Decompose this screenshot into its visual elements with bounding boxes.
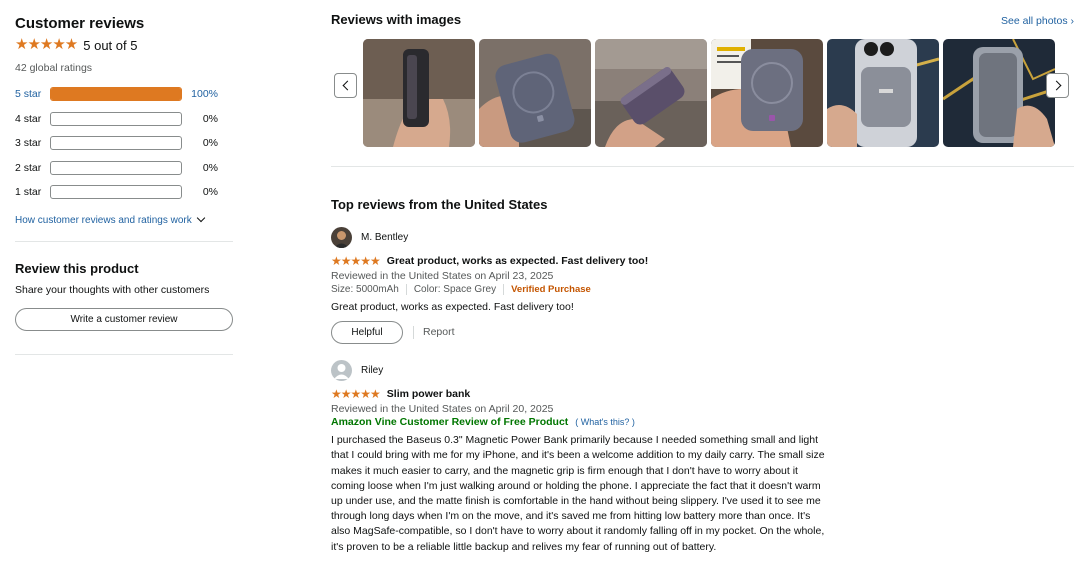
chevron-left-icon: [342, 80, 352, 91]
power-bank-photo-icon: [595, 39, 707, 147]
verified-purchase-badge: Verified Purchase: [511, 284, 591, 295]
review-image-list: [363, 39, 1055, 147]
top-reviews-heading: Top reviews from the United States: [331, 197, 548, 212]
star-rating-icon[interactable]: ★★★★★: [331, 387, 381, 401]
avatar: [331, 360, 352, 382]
histogram-label: 3 star: [15, 137, 42, 150]
carousel-prev-button[interactable]: [334, 73, 357, 98]
carousel-next-button[interactable]: [1046, 73, 1069, 98]
variant-size[interactable]: Size: 5000mAh: [331, 284, 399, 295]
customer-reviews-heading: Customer reviews: [15, 15, 145, 32]
review-date: Reviewed in the United States on April 2…: [331, 403, 554, 416]
review-product-subtitle: Share your thoughts with other customers: [15, 283, 210, 296]
power-bank-photo-icon: [363, 39, 475, 147]
review-image-thumbnail[interactable]: [711, 39, 823, 147]
user-avatar-icon: [331, 227, 352, 248]
avatar: [331, 227, 352, 248]
reviews-main: Reviews with images See all photos › Top…: [331, 12, 1074, 555]
histogram-label: 1 star: [15, 186, 42, 199]
divider: [15, 240, 233, 242]
divider: [331, 166, 1074, 167]
histogram-row-2-star: 2 star 0%: [15, 156, 233, 181]
review-date: Reviewed in the United States on April 2…: [331, 270, 554, 282]
separator: [503, 284, 505, 295]
histogram-row-4-star: 4 star 0%: [15, 107, 233, 132]
see-all-photos-link[interactable]: See all photos ›: [1001, 15, 1074, 27]
vine-badge-row: Amazon Vine Customer Review of Free Prod…: [331, 416, 1074, 428]
review-title[interactable]: Great product, works as expected. Fast d…: [387, 255, 648, 267]
review-item: Riley ★★★★★ Slim power bank Reviewed in …: [331, 360, 1074, 555]
histogram-percent[interactable]: 100%: [182, 88, 218, 100]
whats-this-link[interactable]: ( What's this? ): [575, 417, 635, 427]
histogram-bar: [50, 185, 182, 200]
histogram-row-1-star: 1 star 0%: [15, 180, 233, 205]
power-bank-photo-icon: [711, 39, 823, 147]
review-body: Great product, works as expected. Fast d…: [331, 301, 574, 313]
review-image-thumbnail[interactable]: [363, 39, 475, 147]
write-review-button[interactable]: Write a customer review: [15, 307, 233, 331]
histogram-bar-fill: [51, 88, 181, 101]
rating-text: 5 out of 5: [83, 37, 138, 53]
review-images-carousel: [331, 39, 1074, 147]
report-link[interactable]: Report: [413, 326, 455, 340]
histogram-percent: 0%: [202, 137, 218, 150]
helpful-button[interactable]: Helpful: [331, 321, 403, 345]
power-bank-photo-icon: [479, 39, 591, 147]
reviewer-name: M. Bentley: [361, 232, 409, 243]
global-ratings-count: 42 global ratings: [15, 62, 93, 74]
reviews-with-images-header: Reviews with images See all photos ›: [331, 12, 1074, 27]
review-actions: Helpful Report: [331, 321, 1074, 345]
histogram-label[interactable]: 5 star: [15, 88, 50, 100]
histogram-bar: [50, 160, 182, 175]
how-reviews-work-link[interactable]: How customer reviews and ratings work: [15, 213, 233, 226]
review-item: M. Bentley ★★★★★ Great product, works as…: [331, 227, 1074, 345]
histogram-label: 4 star: [15, 112, 42, 125]
star-rating-icon: ★★★★★: [15, 36, 78, 53]
review-product-heading: Review this product: [15, 260, 139, 276]
histogram-percent: 0%: [202, 161, 218, 174]
histogram-bar: [50, 111, 182, 126]
chevron-right-icon: [1051, 80, 1061, 91]
chevron-down-icon: [196, 213, 205, 223]
histogram-percent: 0%: [202, 112, 218, 125]
see-all-photos-label: See all photos: [1001, 15, 1068, 27]
default-avatar-icon: [331, 360, 352, 382]
review-title[interactable]: Slim power bank: [387, 388, 470, 400]
histogram-bar: [50, 136, 182, 151]
review-image-thumbnail[interactable]: [479, 39, 591, 147]
review-image-thumbnail[interactable]: [827, 39, 939, 147]
histogram-label: 2 star: [15, 161, 42, 174]
reviewer-name: Riley: [361, 365, 384, 377]
histogram-row-5-star[interactable]: 5 star 100%: [15, 82, 233, 107]
reviewer-profile[interactable]: Riley: [331, 360, 1074, 382]
average-rating[interactable]: ★★★★★ 5 out of 5: [15, 37, 233, 53]
histogram-row-3-star: 3 star 0%: [15, 131, 233, 156]
star-rating-icon[interactable]: ★★★★★: [331, 254, 381, 268]
rating-histogram: 5 star 100% 4 star 0% 3 star 0% 2 star 0…: [15, 82, 233, 205]
divider: [15, 353, 233, 355]
power-bank-photo-icon: [943, 39, 1055, 147]
variant-color[interactable]: Color: Space Grey: [414, 284, 496, 295]
histogram-bar[interactable]: [50, 87, 182, 102]
separator: [405, 284, 407, 295]
reviewer-profile[interactable]: M. Bentley: [331, 227, 1074, 248]
reviews-with-images-heading: Reviews with images: [331, 12, 462, 27]
review-image-thumbnail[interactable]: [943, 39, 1055, 147]
how-reviews-work-label: How customer reviews and ratings work: [15, 214, 192, 226]
review-body: I purchased the Baseus 0.3" Magnetic Pow…: [331, 434, 825, 553]
review-variant-info: Size: 5000mAh Color: Space Grey Verified…: [331, 284, 1074, 295]
review-title-row: ★★★★★ Slim power bank: [331, 387, 1074, 401]
vine-review-badge: Amazon Vine Customer Review of Free Prod…: [331, 416, 569, 429]
customer-reviews-summary: Customer reviews ★★★★★ 5 out of 5 42 glo…: [15, 14, 233, 355]
histogram-percent: 0%: [202, 186, 218, 199]
review-title-row: ★★★★★ Great product, works as expected. …: [331, 254, 1074, 268]
review-image-thumbnail[interactable]: [595, 39, 707, 147]
power-bank-photo-icon: [827, 39, 939, 147]
